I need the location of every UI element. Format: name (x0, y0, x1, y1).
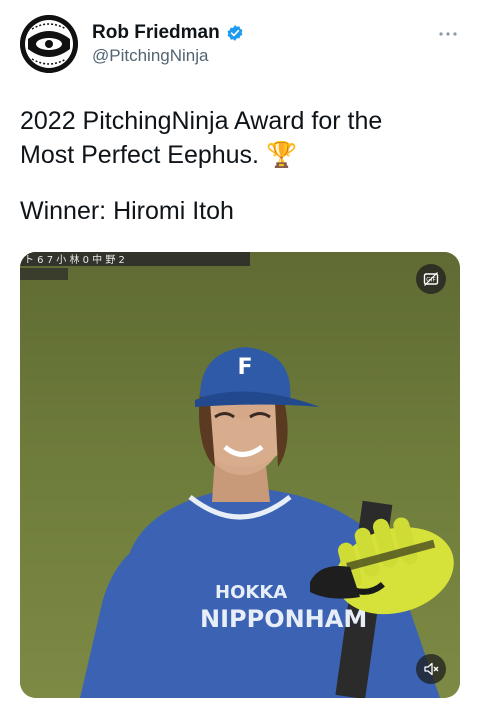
tweet-text: 2022 PitchingNinja Award for the Most Pe… (20, 104, 460, 228)
gif-frame: ト 6 7 小 林 0 中 野 2 F HOKKA NIPPONHAM (20, 252, 460, 698)
tweet-media-gif[interactable]: ト 6 7 小 林 0 中 野 2 F HOKKA NIPPONHAM GIF (20, 252, 460, 698)
muted-speaker-icon[interactable] (416, 654, 446, 684)
verified-badge-icon (226, 24, 244, 42)
ninja-avatar-icon (20, 15, 78, 73)
author-name-row[interactable]: Rob Friedman (92, 22, 244, 44)
jersey-text-bottom: NIPPONHAM (200, 605, 367, 633)
svg-text:F: F (237, 355, 252, 380)
tweet-line-1: 2022 PitchingNinja Award for the (20, 107, 383, 135)
scoreboard-text: ト 6 7 小 林 0 中 野 2 (24, 253, 125, 266)
more-options-icon[interactable] (438, 26, 458, 37)
tweet-line-3: Winner: Hiromi Itoh (20, 197, 234, 225)
svg-text:GIF: GIF (426, 277, 436, 284)
author-avatar[interactable] (20, 15, 78, 73)
author-handle[interactable]: @PitchingNinja (92, 46, 208, 66)
alt-text-icon[interactable]: GIF (416, 264, 446, 294)
tweet-line-2: Most Perfect Eephus. 🏆 (20, 141, 298, 169)
jersey-text-top: HOKKA (215, 582, 287, 603)
display-name[interactable]: Rob Friedman (92, 22, 220, 44)
